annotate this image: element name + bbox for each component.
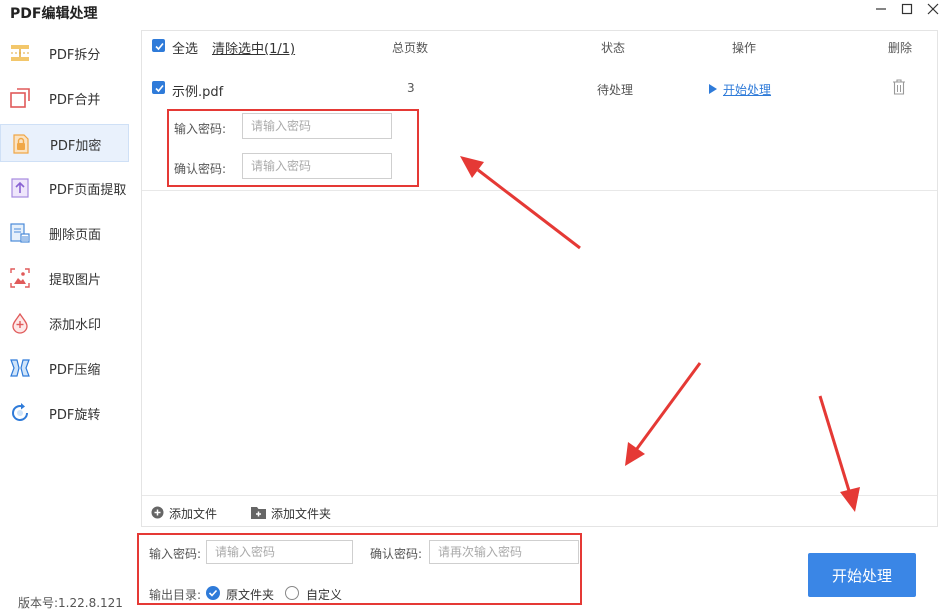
title-bar: PDF编辑处理 — [0, 0, 947, 24]
sidebar-item-merge[interactable]: PDF合并 — [0, 79, 129, 117]
row-checkbox[interactable] — [152, 81, 165, 94]
sidebar-item-delete-page[interactable]: 删除页面 — [0, 214, 129, 252]
sidebar-item-label: PDF拆分 — [49, 48, 101, 63]
start-button[interactable]: 开始处理 — [808, 553, 916, 597]
play-icon[interactable] — [709, 83, 717, 98]
clear-selection-link[interactable]: 清除选中(1/1) — [212, 38, 295, 57]
maximize-icon[interactable] — [897, 2, 917, 20]
add-folder-button[interactable]: 添加文件夹 — [271, 505, 331, 522]
merge-icon — [9, 87, 31, 109]
column-pages: 总页数 — [392, 41, 429, 55]
select-all-label[interactable]: 全选 — [172, 38, 198, 57]
select-all-checkbox[interactable] — [152, 39, 165, 52]
version-label: 版本号:1.22.8.121 — [18, 596, 123, 610]
file-name: 示例.pdf — [172, 85, 224, 100]
extract-page-icon — [9, 177, 31, 199]
sidebar: PDF拆分 PDF合并 PDF加密 PDF页面提取 删除页面 提取图片 添加水印… — [0, 30, 135, 570]
panel-footer: 添加文件 添加文件夹 — [142, 495, 937, 527]
add-circle-icon[interactable] — [151, 506, 164, 523]
sidebar-item-encrypt[interactable]: PDF加密 — [0, 124, 129, 162]
sidebar-item-label: PDF页面提取 — [49, 183, 127, 198]
highlight-box-row-password — [167, 109, 419, 187]
sidebar-item-label: 删除页面 — [49, 228, 102, 243]
extract-image-icon — [9, 267, 31, 289]
split-icon — [9, 42, 31, 64]
column-delete: 删除 — [888, 41, 913, 55]
table-header: 全选 清除选中(1/1) 总页数 状态 操作 删除 — [142, 31, 937, 61]
sidebar-item-label: PDF压缩 — [49, 363, 101, 378]
sidebar-item-label: PDF合并 — [49, 93, 101, 108]
sidebar-item-extract-image[interactable]: 提取图片 — [0, 259, 129, 297]
minimize-icon[interactable] — [871, 2, 891, 20]
add-folder-icon[interactable] — [251, 506, 266, 523]
app-title: PDF编辑处理 — [10, 6, 98, 22]
sidebar-item-label: PDF旋转 — [49, 408, 101, 423]
app-window: PDF编辑处理 PDF拆分 PDF合并 PDF加密 PDF页面提取 删除页面 提… — [0, 0, 947, 611]
trash-icon[interactable] — [892, 79, 906, 99]
watermark-icon — [9, 312, 31, 334]
sidebar-item-label: 添加水印 — [49, 318, 102, 333]
sidebar-item-label: 提取图片 — [49, 273, 102, 288]
sidebar-item-split[interactable]: PDF拆分 — [0, 34, 129, 72]
lock-icon — [10, 133, 32, 155]
sidebar-item-watermark[interactable]: 添加水印 — [0, 304, 129, 342]
page-count: 3 — [407, 81, 415, 95]
highlight-box-settings — [137, 533, 582, 605]
sidebar-item-compress[interactable]: PDF压缩 — [0, 349, 129, 387]
sidebar-item-extract-page[interactable]: PDF页面提取 — [0, 169, 129, 207]
status-text: 待处理 — [597, 83, 634, 97]
sidebar-item-rotate[interactable]: PDF旋转 — [0, 394, 129, 432]
column-status: 状态 — [601, 41, 626, 55]
start-process-link[interactable]: 开始处理 — [723, 81, 771, 98]
sidebar-item-label: PDF加密 — [50, 139, 102, 154]
delete-page-icon — [9, 222, 31, 244]
rotate-icon — [9, 402, 31, 424]
compress-icon — [9, 357, 31, 379]
add-file-button[interactable]: 添加文件 — [169, 505, 217, 522]
close-icon[interactable] — [923, 2, 943, 20]
column-action: 操作 — [732, 41, 757, 55]
file-list-panel: 全选 清除选中(1/1) 总页数 状态 操作 删除 示例.pdf 3 待处理 开… — [141, 30, 938, 527]
